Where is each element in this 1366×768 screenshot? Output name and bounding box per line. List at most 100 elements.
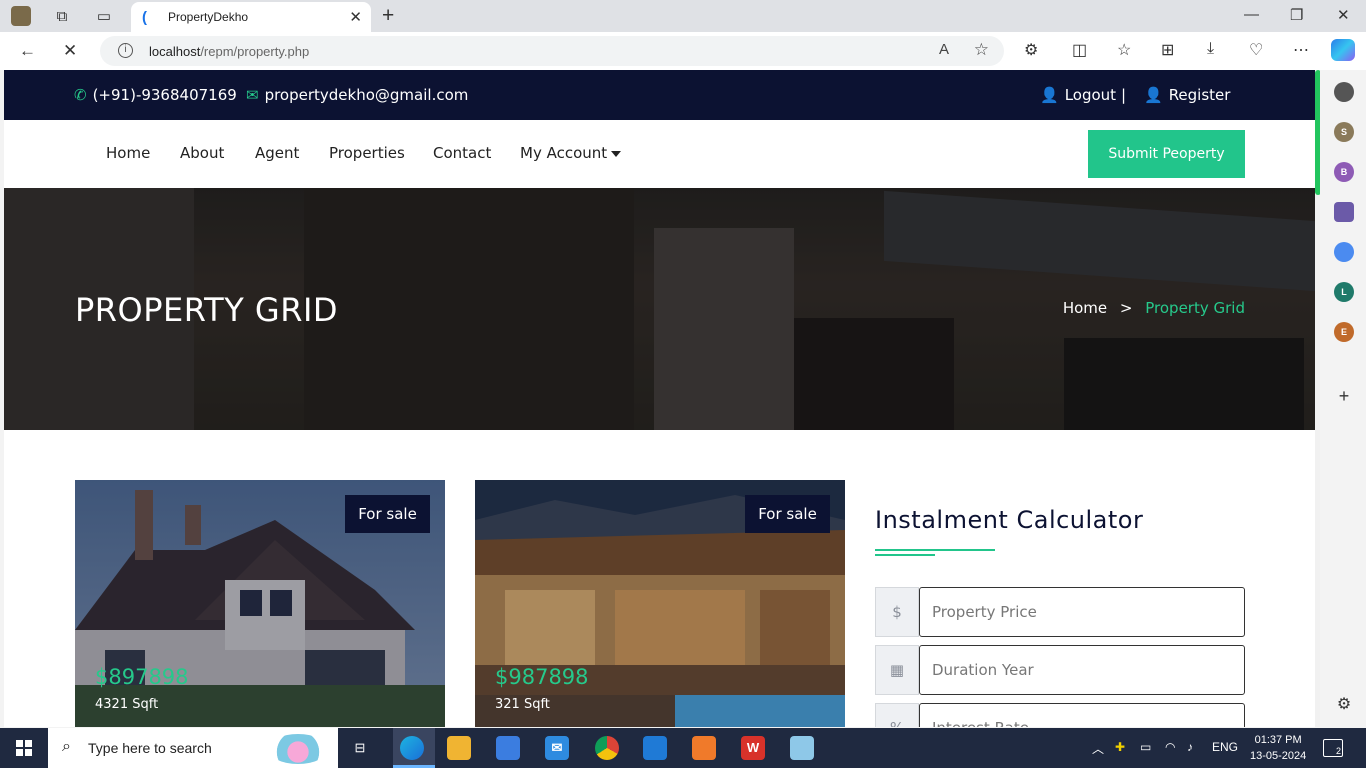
clock[interactable]: 01:37 PM 13-05-2024 [1250, 732, 1306, 764]
user-icon: 👤 [1040, 86, 1059, 104]
nav-contact[interactable]: Contact [433, 144, 491, 162]
store-icon[interactable] [496, 736, 520, 760]
wps-office-icon[interactable]: W [741, 736, 765, 760]
favorites-icon[interactable]: ☆ [1117, 40, 1131, 60]
add-side-panel-icon[interactable]: + [1334, 386, 1354, 406]
side-panel-avatar-s[interactable]: S [1334, 122, 1354, 142]
my-account-label: My Account [520, 144, 608, 162]
breadcrumb-home[interactable]: Home [1063, 299, 1107, 317]
sale-badge: For sale [345, 495, 430, 533]
property-price: $897898 [95, 665, 189, 689]
security-status-icon[interactable]: ✚ [1115, 740, 1125, 754]
calculator-title: Instalment Calculator [875, 506, 1144, 534]
minimize-icon[interactable]: — [1244, 6, 1259, 23]
side-panel-office-icon[interactable] [1334, 242, 1354, 262]
side-panel-avatar-e[interactable]: E [1334, 322, 1354, 342]
property-area: 321 Sqft [495, 697, 550, 712]
notification-count: 2 [1335, 746, 1341, 756]
close-window-icon[interactable]: ✕ [1337, 6, 1350, 24]
property-card[interactable]: For sale $897898 4321 Sqft [75, 480, 445, 727]
separator: | [1121, 86, 1127, 104]
loading-favicon-icon: ( [142, 9, 147, 26]
url-host: localhost [149, 44, 201, 59]
collections-icon[interactable]: ⊞ [1161, 40, 1174, 60]
stop-loading-icon[interactable]: ✕ [63, 41, 77, 61]
browser-tab[interactable]: ( PropertyDekho ✕ [131, 2, 371, 32]
show-hidden-icons-icon[interactable]: ︿ [1092, 740, 1104, 757]
breadcrumb-current: Property Grid [1145, 299, 1245, 317]
clock-time: 01:37 PM [1254, 734, 1302, 746]
battery-icon[interactable]: ▭ [1140, 740, 1151, 754]
network-icon[interactable]: ◠ [1165, 740, 1175, 754]
duration-year-input[interactable] [919, 645, 1245, 695]
split-screen-icon[interactable]: ◫ [1072, 40, 1087, 60]
tab-actions-icon[interactable]: ▭ [94, 6, 114, 26]
clock-date: 13-05-2024 [1250, 750, 1307, 762]
mail-icon[interactable]: ✉ [545, 736, 569, 760]
settings-gear-icon[interactable]: ⚙ [1334, 695, 1354, 715]
property-price-group: $ [875, 587, 1245, 637]
xampp-icon[interactable] [692, 736, 716, 760]
interest-rate-group: % [875, 703, 1245, 727]
task-view-icon[interactable]: ⊟ [348, 736, 372, 760]
extensions-icon[interactable]: ⚙ [1024, 40, 1038, 60]
chrome-icon[interactable] [595, 736, 619, 760]
nav-about[interactable]: About [180, 144, 224, 162]
read-aloud-icon[interactable]: A [939, 41, 949, 58]
property-card[interactable]: For sale $987898 321 Sqft [475, 480, 845, 727]
close-tab-icon[interactable]: ✕ [349, 8, 362, 26]
register-link[interactable]: 👤 Register [1144, 86, 1230, 104]
taskbar-search[interactable]: ⌕ Type here to search [48, 728, 338, 768]
nav-agent[interactable]: Agent [255, 144, 299, 162]
notification-center-icon[interactable]: 2 [1323, 739, 1343, 757]
url-text: localhost/repm/property.php [149, 44, 309, 59]
hero-banner: PROPERTY GRID Home > Property Grid [4, 188, 1315, 430]
interest-rate-input[interactable] [919, 703, 1245, 727]
logout-link[interactable]: 👤 Logout [1040, 86, 1116, 104]
title-underline-short [875, 554, 935, 556]
nav-home[interactable]: Home [106, 144, 150, 162]
email-contact: ✉ propertydekho@gmail.com [246, 86, 468, 104]
property-price-input[interactable] [919, 587, 1245, 637]
user-icon: 👤 [1144, 86, 1163, 104]
side-panel-games-icon[interactable] [1334, 202, 1354, 222]
property-area: 4321 Sqft [95, 697, 159, 712]
vscode-icon[interactable] [643, 736, 667, 760]
web-page: ✆ (+91)-9368407169 ✉ propertydekho@gmail… [4, 70, 1315, 727]
more-menu-icon[interactable]: ⋯ [1293, 40, 1309, 60]
contact-top-bar: ✆ (+91)-9368407169 ✉ propertydekho@gmail… [4, 70, 1315, 120]
search-placeholder: Type here to search [88, 740, 212, 756]
restore-icon[interactable]: ❐ [1290, 6, 1303, 24]
site-info-icon[interactable]: i [118, 43, 133, 58]
search-icon: ⌕ [62, 738, 71, 755]
language-indicator[interactable]: ENG [1212, 740, 1238, 754]
notepad-icon[interactable] [790, 736, 814, 760]
side-panel-app-icon[interactable] [1334, 82, 1354, 102]
logout-label: Logout [1064, 86, 1117, 104]
side-panel-avatar-b[interactable]: B [1334, 162, 1354, 182]
back-icon[interactable]: ← [19, 41, 36, 61]
windows-start-icon[interactable] [16, 740, 32, 756]
copilot-icon[interactable] [1331, 39, 1355, 61]
breadcrumb: Home > Property Grid [1063, 299, 1245, 317]
nav-properties[interactable]: Properties [329, 144, 405, 162]
favorite-star-icon[interactable]: ☆ [974, 40, 989, 60]
volume-icon[interactable]: ♪ [1187, 740, 1193, 754]
new-tab-icon[interactable]: + [382, 4, 394, 28]
url-field[interactable]: i localhost/repm/property.php A ☆ [100, 36, 1004, 66]
side-panel-avatar-l[interactable]: L [1334, 282, 1354, 302]
downloads-icon[interactable]: ⤓ [1207, 40, 1214, 58]
duration-group: ▦ [875, 645, 1245, 695]
dollar-icon: $ [875, 587, 919, 637]
file-explorer-icon[interactable] [447, 736, 471, 760]
browser-essentials-icon[interactable]: ♡ [1249, 40, 1263, 60]
submit-property-button[interactable]: Submit Peoperty [1088, 130, 1245, 178]
windows-taskbar: ⌕ Type here to search ⊟ ✉ W ︿ ✚ ▭ ◠ ♪ EN… [0, 728, 1366, 768]
profile-avatar-icon[interactable] [11, 6, 31, 26]
nav-my-account[interactable]: My Account [520, 144, 622, 162]
workspaces-icon[interactable]: ⧉ [52, 6, 72, 26]
percent-icon: % [875, 703, 919, 727]
email-address: propertydekho@gmail.com [264, 86, 469, 104]
envelope-icon: ✉ [246, 86, 259, 104]
edge-icon[interactable] [400, 736, 424, 760]
